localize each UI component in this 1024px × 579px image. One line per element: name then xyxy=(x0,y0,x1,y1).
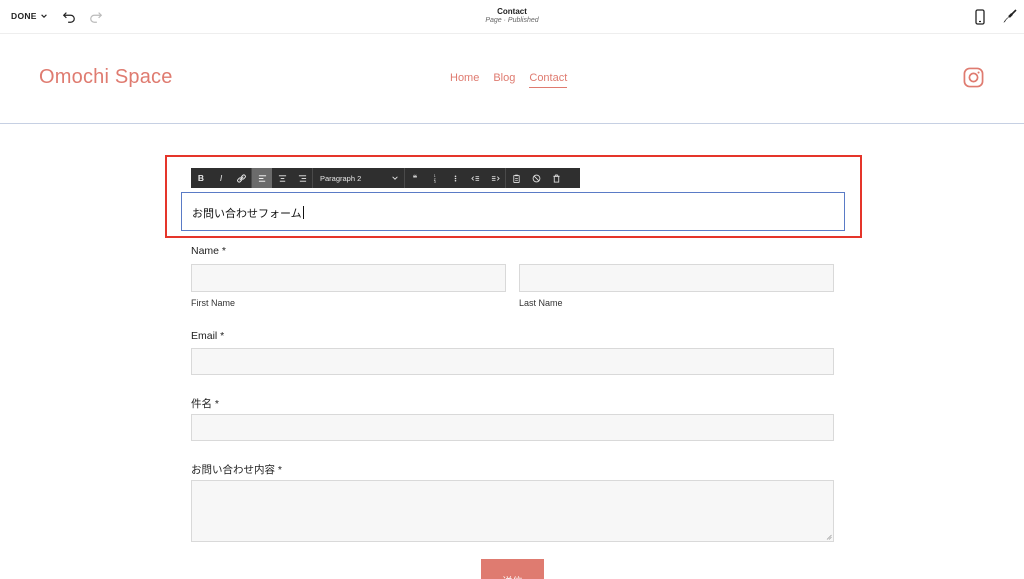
paragraph-style-select[interactable]: Paragraph 2 xyxy=(313,168,404,188)
paragraph-style-value: Paragraph 2 xyxy=(320,173,362,183)
clipboard-icon xyxy=(512,174,520,183)
page-status: Page · Published xyxy=(485,17,539,24)
text-caret xyxy=(302,206,304,219)
bullet-list-icon xyxy=(454,174,456,182)
clear-format-button[interactable] xyxy=(526,168,546,188)
text-format-toolbar: B I Paragraph 2 ❝ 123 xyxy=(191,168,580,188)
text-block-content: お問い合わせフォーム xyxy=(192,207,302,220)
mobile-preview-icon[interactable] xyxy=(974,9,986,25)
outdent-icon xyxy=(470,175,479,181)
first-name-field[interactable] xyxy=(191,264,506,292)
site-logo[interactable]: Omochi Space xyxy=(39,66,173,89)
ordered-list-button[interactable]: 123 xyxy=(425,168,445,188)
site-nav: Home Blog Contact xyxy=(450,72,568,88)
align-left-button[interactable] xyxy=(252,168,272,188)
name-label: Name * xyxy=(191,245,227,257)
design-brush-icon[interactable] xyxy=(1002,8,1018,24)
quote-icon: ❝ xyxy=(412,172,418,183)
indent-button[interactable] xyxy=(485,168,505,188)
message-textarea[interactable] xyxy=(191,480,834,542)
nav-item-blog[interactable]: Blog xyxy=(493,72,515,88)
outdent-button[interactable] xyxy=(465,168,485,188)
align-center-button[interactable] xyxy=(272,168,292,188)
email-field[interactable] xyxy=(191,348,834,375)
link-icon xyxy=(236,173,246,183)
align-left-icon xyxy=(258,174,266,182)
delete-block-button[interactable] xyxy=(546,168,566,188)
paste-button[interactable] xyxy=(506,168,526,188)
resize-grip-icon[interactable] xyxy=(826,534,832,540)
no-format-icon xyxy=(532,174,540,182)
email-label: Email * xyxy=(191,330,225,342)
align-right-icon xyxy=(298,174,306,182)
svg-text:3: 3 xyxy=(433,180,435,183)
last-name-field[interactable] xyxy=(519,264,834,292)
message-label: お問い合わせ内容 * xyxy=(191,464,283,476)
editor-bar: DONE Contact Page · Published xyxy=(0,0,1024,34)
ordered-list-icon: 123 xyxy=(433,174,435,183)
text-block-editor[interactable]: お問い合わせフォーム xyxy=(181,192,845,231)
nav-item-contact[interactable]: Contact xyxy=(529,72,568,88)
submit-button[interactable]: 送信 xyxy=(481,559,544,579)
bold-button[interactable]: B xyxy=(191,168,211,188)
link-button[interactable] xyxy=(231,168,251,188)
quote-button[interactable]: ❝ xyxy=(405,168,425,188)
italic-button[interactable]: I xyxy=(211,168,231,188)
site-header: Omochi Space Home Blog Contact xyxy=(0,34,1024,124)
page-info: Contact Page · Published xyxy=(0,7,1024,24)
subject-field[interactable] xyxy=(191,414,834,441)
chevron-down-icon xyxy=(392,176,398,180)
trash-icon xyxy=(552,174,560,183)
indent-icon xyxy=(491,175,500,181)
first-name-label: First Name xyxy=(191,298,236,308)
nav-item-home[interactable]: Home xyxy=(450,72,479,88)
last-name-label: Last Name xyxy=(519,298,563,308)
page-title: Contact xyxy=(497,7,527,16)
subject-label: 件名 * xyxy=(191,398,220,410)
align-center-icon xyxy=(278,174,286,182)
bullet-list-button[interactable] xyxy=(445,168,465,188)
align-right-button[interactable] xyxy=(292,168,312,188)
instagram-icon[interactable] xyxy=(963,67,984,88)
